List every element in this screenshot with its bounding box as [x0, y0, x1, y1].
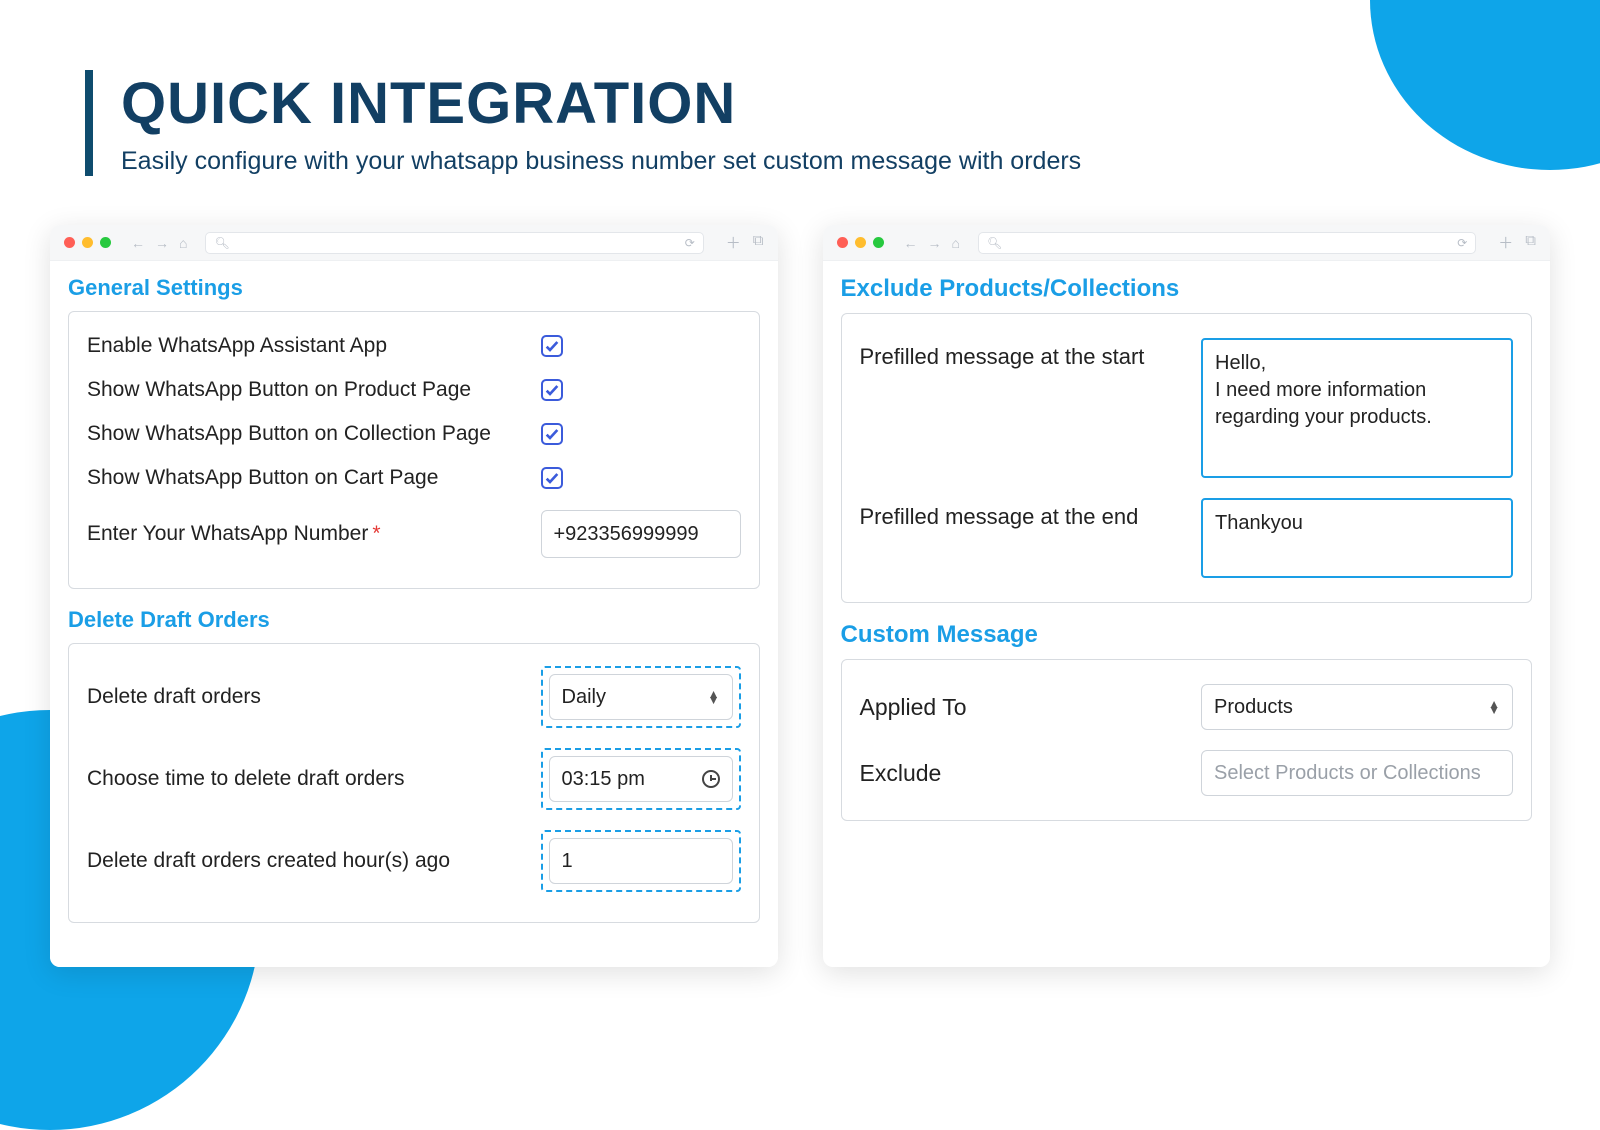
- row-delete-hours-ago: Delete draft orders created hour(s) ago: [69, 820, 759, 902]
- select-carets-icon: ▲▼: [1488, 701, 1500, 713]
- setting-label: Delete draft orders: [87, 685, 261, 709]
- checkbox-collection-page[interactable]: [541, 423, 563, 445]
- checkbox-product-page[interactable]: [541, 379, 563, 401]
- settings-window-right: ← → ⌂ 🔍︎ ⟳ ＋ ⧉ Exclude Products/Collecti…: [823, 225, 1551, 967]
- setting-label: Choose time to delete draft orders: [87, 767, 405, 791]
- setting-label: Prefilled message at the start: [860, 338, 1182, 370]
- setting-label: Enter Your WhatsApp Number*: [87, 522, 381, 546]
- select-value: Products: [1214, 696, 1293, 719]
- window-minimize-icon: [82, 237, 93, 248]
- window-maximize-icon: [100, 237, 111, 248]
- clock-icon: [702, 770, 720, 788]
- setting-row-enable-app: Enable WhatsApp Assistant App: [69, 324, 759, 368]
- window-close-icon: [64, 237, 75, 248]
- select-value: Daily: [562, 686, 606, 709]
- section-title-general: General Settings: [68, 275, 760, 301]
- window-chrome: ← → ⌂ 🔍︎ ⟳ ＋ ⧉: [823, 225, 1551, 261]
- time-value: 03:15 pm: [562, 768, 645, 791]
- setting-label: Enable WhatsApp Assistant App: [87, 334, 387, 358]
- setting-label: Prefilled message at the end: [860, 498, 1182, 530]
- address-bar[interactable]: 🔍︎ ⟳: [205, 232, 703, 254]
- nav-home-icon: ⌂: [952, 235, 960, 251]
- copy-icon: ⧉: [753, 232, 764, 253]
- address-bar[interactable]: 🔍︎ ⟳: [978, 232, 1476, 254]
- page-subtitle: Easily configure with your whatsapp busi…: [121, 147, 1081, 176]
- section-title-exclude: Exclude Products/Collections: [841, 275, 1533, 303]
- setting-row-product-page: Show WhatsApp Button on Product Page: [69, 368, 759, 412]
- setting-row-collection-page: Show WhatsApp Button on Collection Page: [69, 412, 759, 456]
- settings-window-left: ← → ⌂ 🔍︎ ⟳ ＋ ⧉ General Settings Enable W…: [50, 225, 778, 967]
- delete-hours-input[interactable]: [549, 838, 733, 884]
- row-delete-time: Choose time to delete draft orders 03:15…: [69, 738, 759, 820]
- nav-home-icon: ⌂: [179, 235, 187, 251]
- copy-icon: ⧉: [1525, 232, 1536, 253]
- prefill-end-textarea[interactable]: [1201, 498, 1513, 578]
- reload-icon: ⟳: [1457, 236, 1467, 250]
- row-delete-frequency: Delete draft orders Daily ▲▼: [69, 656, 759, 738]
- select-carets-icon: ▲▼: [708, 691, 720, 703]
- setting-label: Show WhatsApp Button on Collection Page: [87, 422, 491, 446]
- checkbox-enable-app[interactable]: [541, 335, 563, 357]
- setting-label: Show WhatsApp Button on Cart Page: [87, 466, 438, 490]
- section-title-delete-drafts: Delete Draft Orders: [68, 607, 760, 633]
- general-settings-card: Enable WhatsApp Assistant App Show Whats…: [68, 311, 760, 589]
- window-minimize-icon: [855, 237, 866, 248]
- window-maximize-icon: [873, 237, 884, 248]
- window-close-icon: [837, 237, 848, 248]
- exclude-card: Prefilled message at the start Prefilled…: [841, 313, 1533, 603]
- hero: QUICK INTEGRATION Easily configure with …: [85, 70, 1081, 176]
- exclude-select[interactable]: Select Products or Collections: [1201, 750, 1513, 796]
- delete-drafts-card: Delete draft orders Daily ▲▼ Choose time…: [68, 643, 760, 923]
- row-exclude: Exclude Select Products or Collections: [842, 740, 1532, 806]
- nav-back-icon: ←: [904, 235, 918, 251]
- row-applied-to: Applied To Products ▲▼: [842, 674, 1532, 740]
- setting-row-whatsapp-number: Enter Your WhatsApp Number*: [69, 500, 759, 568]
- window-chrome: ← → ⌂ 🔍︎ ⟳ ＋ ⧉: [50, 225, 778, 261]
- reload-icon: ⟳: [685, 236, 695, 250]
- decorative-blob-top-right: [1370, 0, 1600, 170]
- setting-label: Exclude: [860, 760, 1182, 787]
- section-title-custom-message: Custom Message: [841, 621, 1533, 649]
- setting-label: Applied To: [860, 694, 1182, 721]
- applied-to-select[interactable]: Products ▲▼: [1201, 684, 1513, 730]
- checkbox-cart-page[interactable]: [541, 467, 563, 489]
- setting-label: Show WhatsApp Button on Product Page: [87, 378, 471, 402]
- prefill-start-textarea[interactable]: [1201, 338, 1513, 478]
- new-tab-icon: ＋: [726, 232, 741, 253]
- new-tab-icon: ＋: [1498, 232, 1513, 253]
- setting-row-cart-page: Show WhatsApp Button on Cart Page: [69, 456, 759, 500]
- nav-forward-icon: →: [155, 235, 169, 251]
- page-title: QUICK INTEGRATION: [121, 70, 1081, 137]
- setting-label: Delete draft orders created hour(s) ago: [87, 849, 450, 873]
- delete-time-input[interactable]: 03:15 pm: [549, 756, 733, 802]
- select-placeholder: Select Products or Collections: [1214, 762, 1481, 785]
- nav-back-icon: ←: [131, 235, 145, 251]
- row-prefill-start: Prefilled message at the start: [842, 328, 1532, 488]
- nav-forward-icon: →: [928, 235, 942, 251]
- delete-frequency-select[interactable]: Daily ▲▼: [549, 674, 733, 720]
- search-icon: 🔍︎: [987, 236, 1002, 250]
- custom-message-card: Applied To Products ▲▼ Exclude Select Pr…: [841, 659, 1533, 821]
- row-prefill-end: Prefilled message at the end: [842, 488, 1532, 588]
- search-icon: 🔍︎: [214, 236, 229, 250]
- whatsapp-number-input[interactable]: [541, 510, 741, 558]
